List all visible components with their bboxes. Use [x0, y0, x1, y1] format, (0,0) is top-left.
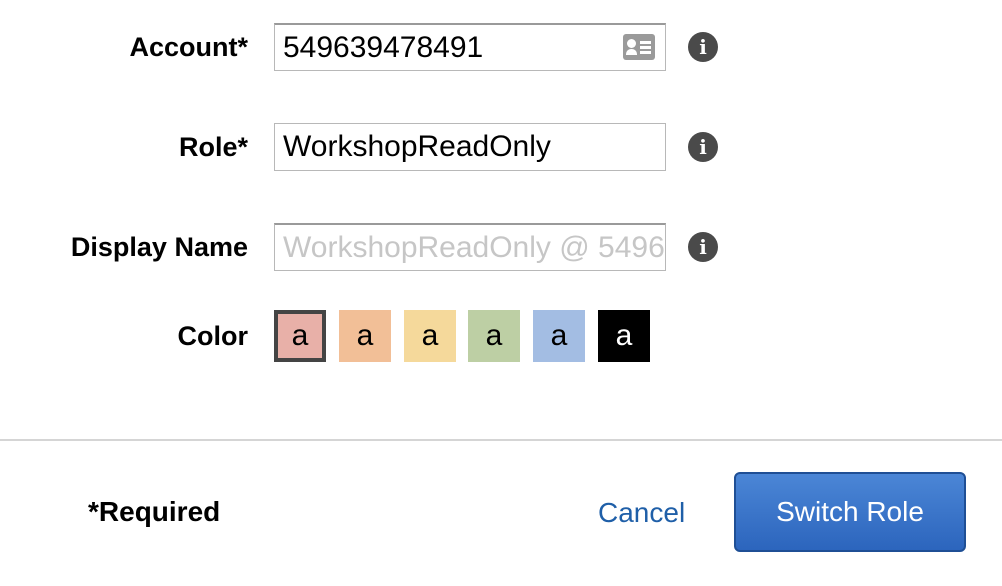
cancel-link[interactable]: Cancel — [598, 492, 685, 534]
color-swatch-5[interactable]: a — [533, 310, 585, 362]
color-label: Color — [177, 321, 249, 351]
account-row: Account* 549639478491 i — [0, 21, 1002, 73]
color-swatch-4[interactable]: a — [468, 310, 520, 362]
account-value: 549639478491 — [283, 31, 484, 64]
account-label: Account* — [129, 32, 248, 62]
display-name-label: Display Name — [70, 232, 248, 262]
display-name-placeholder: WorkshopReadOnly @ 549639478491 — [283, 231, 665, 264]
color-swatch-1[interactable]: a — [274, 310, 326, 362]
account-info-icon[interactable]: i — [688, 32, 718, 62]
role-row: Role* WorkshopReadOnly i — [0, 121, 1002, 173]
role-input[interactable]: WorkshopReadOnly — [274, 123, 666, 171]
display-name-input[interactable]: WorkshopReadOnly @ 549639478491 — [274, 223, 666, 271]
switch-role-button[interactable]: Switch Role — [734, 472, 966, 552]
switch-role-form: Account* 549639478491 i Role* WorkshopRe… — [0, 0, 1002, 586]
display-name-row: Display Name WorkshopReadOnly @ 54963947… — [0, 221, 1002, 273]
color-swatch-6[interactable]: a — [598, 310, 650, 362]
account-input[interactable]: 549639478491 — [274, 23, 666, 71]
required-note: *Required — [88, 496, 221, 527]
display-name-info-icon[interactable]: i — [688, 232, 718, 262]
color-swatch-3[interactable]: a — [404, 310, 456, 362]
role-label: Role* — [178, 132, 248, 162]
role-value: WorkshopReadOnly — [283, 130, 551, 163]
color-row: Color a a a a a a — [0, 310, 1002, 362]
role-info-icon[interactable]: i — [688, 132, 718, 162]
footer-divider — [0, 439, 1002, 441]
color-swatch-2[interactable]: a — [339, 310, 391, 362]
contact-card-icon[interactable] — [623, 34, 655, 60]
